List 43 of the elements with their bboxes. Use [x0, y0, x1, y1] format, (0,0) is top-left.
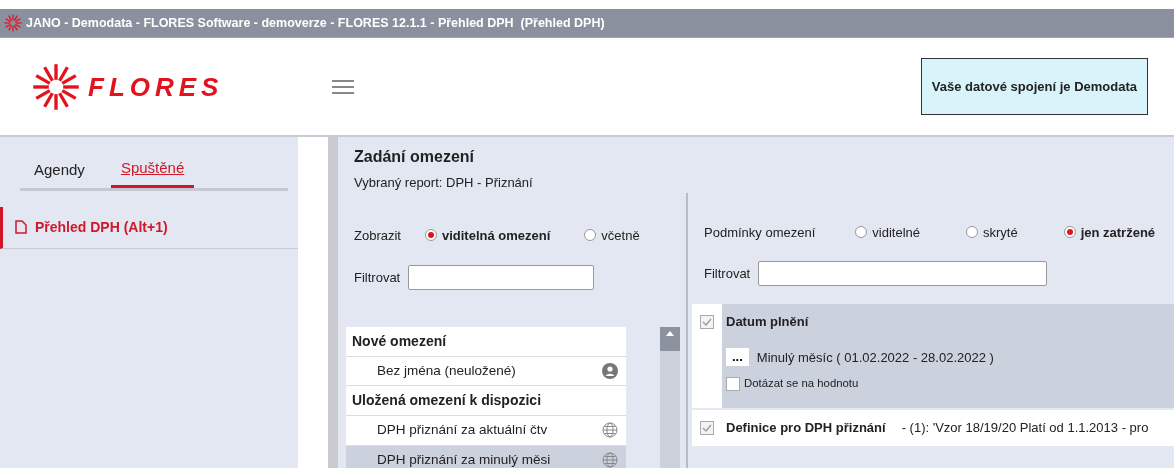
condition-title: Datum plnění [726, 313, 809, 331]
report-subtitle: Vybraný report: DPH - Přiznání [354, 174, 534, 192]
starburst-icon [32, 62, 80, 111]
radio-option[interactable]: skryté [966, 222, 1018, 242]
check-icon [702, 318, 712, 326]
radio-option[interactable]: včetně [584, 225, 640, 245]
checkbox[interactable] [726, 376, 740, 391]
ask-label: Dotázat se na hodnotu [744, 376, 859, 391]
list-item[interactable]: DPH přiznání za minulý měsi [346, 445, 626, 468]
window-title: JANO - Demodata - FLORES Software - demoverze - FLORES 12.1.1 - Přehled DPH (Přehled DPH) [26, 14, 605, 32]
filter-label: Filtrovat [354, 268, 401, 287]
list-item[interactable]: DPH přiznání za aktuální čtv [346, 416, 626, 446]
starburst-icon [4, 14, 22, 32]
document-icon [15, 220, 27, 234]
checkbox[interactable] [700, 315, 714, 329]
user-icon [602, 363, 618, 380]
connection-label: Vaše datové spojení je Demodata [920, 57, 1148, 116]
checkbox[interactable] [700, 421, 714, 436]
logo-text: FLORES [88, 73, 224, 100]
scrollbar[interactable] [660, 327, 680, 468]
radio-option[interactable]: jen zatržené [1063, 222, 1156, 242]
panel-title: Zadání omezení [354, 147, 476, 167]
radio-option[interactable]: viditelná omezení [424, 225, 551, 245]
filter-label: Filtrovat [704, 264, 751, 283]
condition-detail: - (1): 'Vzor 18/19/20 Platí od 1.1.2013 - pro [901, 419, 1149, 438]
menu-icon [332, 78, 354, 95]
globe-icon [602, 451, 618, 468]
condition-value: Minulý měsíc ( 01.02.2022 - 28.02.2022 ) [756, 348, 994, 367]
section-heading: Nové omezení [346, 327, 626, 357]
globe-icon [602, 422, 618, 439]
filter-field[interactable] [408, 265, 595, 290]
conditions-label: Podmínky omezení [704, 223, 816, 242]
display-label: Zobrazit [354, 226, 401, 245]
filter-field[interactable] [758, 261, 1048, 286]
section-heading: Uložená omezení k dispozici [346, 386, 626, 417]
options-button[interactable]: ... [726, 348, 749, 367]
list-item[interactable]: Bez jména (neuložené) [346, 357, 626, 387]
radio-option[interactable]: viditelné [855, 222, 920, 242]
sidebar-tab[interactable]: Spuštěné [110, 153, 195, 188]
up-arrow-icon [666, 331, 674, 337]
condition-title: Definice pro DPH přiznání [726, 419, 886, 438]
sidebar-tab[interactable]: Agendy [24, 153, 95, 188]
check-icon [702, 424, 712, 433]
